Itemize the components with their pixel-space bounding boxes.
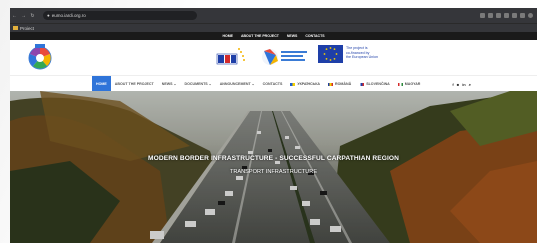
hero-highway-photo <box>10 91 537 243</box>
extension-icon[interactable] <box>480 13 485 18</box>
flag-icon <box>290 82 296 86</box>
extension-icon[interactable] <box>520 13 525 18</box>
top-menu-bar: HOME ABOUT THE PROJECT NEWS CONTACTS <box>10 32 537 40</box>
language-link[interactable]: УКРАЇНСЬКА <box>286 76 324 92</box>
language-link[interactable]: MAGYAR <box>394 76 425 92</box>
nav-item[interactable]: NEWS ⌄ <box>158 76 181 92</box>
lock-icon: ● <box>47 13 50 18</box>
language-label: ROMÂNĂ <box>335 82 352 86</box>
youtube-icon[interactable]: ■ <box>457 82 459 87</box>
browser-window: ← → ↻ ● eumo.iardi.org.ro Proiect HOME AB… <box>10 8 537 243</box>
nav-item[interactable]: CONTACTS <box>259 76 287 92</box>
forward-icon[interactable]: → <box>19 13 28 19</box>
browser-toolbar: ← → ↻ ● eumo.iardi.org.ro <box>10 8 537 23</box>
nav-item[interactable]: ABOUT THE PROJECT <box>111 76 158 92</box>
linkedin-icon[interactable]: in <box>462 82 466 87</box>
language-label: MAGYAR <box>404 82 421 86</box>
nav-item[interactable]: HOME <box>92 76 111 92</box>
eu-text-line: the European Union <box>346 55 378 60</box>
top-menu-link[interactable]: ABOUT THE PROJECT <box>241 34 279 38</box>
language-link[interactable]: ROMÂNĂ <box>324 76 355 92</box>
profile-icon[interactable] <box>528 13 533 18</box>
back-icon[interactable]: ← <box>10 13 19 19</box>
eumo-logo[interactable] <box>26 43 54 71</box>
extension-icon[interactable] <box>496 13 501 18</box>
social-icons: f ■ in ⌕ <box>452 82 537 87</box>
hero-subtitle: TRANSPORT INFRASTRUCTURE <box>229 169 318 175</box>
cooperation-program-logo[interactable] <box>261 46 311 68</box>
url-text: eumo.iardi.org.ro <box>51 13 86 18</box>
address-bar[interactable]: ● eumo.iardi.org.ro <box>43 11 197 20</box>
nav-item[interactable]: ANNOUNCEMENT ⌄ <box>216 76 259 92</box>
hero-title: MODERN BORDER INFRASTRUCTURE - SUCCESSFU… <box>148 155 399 162</box>
language-label: УКРАЇНСЬКА <box>297 82 321 86</box>
bookmark-item[interactable]: Proiect <box>20 26 34 31</box>
extension-icon[interactable] <box>488 13 493 18</box>
eu-funding-logo[interactable]: The project is co-financed by the Europe… <box>318 45 404 69</box>
top-menu-link[interactable]: HOME <box>222 34 233 38</box>
top-menu-link[interactable]: CONTACTS <box>305 34 324 38</box>
language-label: SLOVENČINA <box>366 82 390 86</box>
flag-icon <box>397 82 403 86</box>
folder-icon <box>13 26 18 30</box>
top-menu-link[interactable]: NEWS <box>287 34 298 38</box>
bookmarks-bar: Proiect <box>10 23 537 32</box>
main-navigation: HOME ABOUT THE PROJECT NEWS ⌄ DOCUMENTS ⌄ AN… <box>10 75 537 92</box>
reload-icon[interactable]: ↻ <box>28 13 37 19</box>
facebook-icon[interactable]: f <box>452 82 453 87</box>
extension-icon[interactable] <box>504 13 509 18</box>
hero-banner: MODERN BORDER INFRASTRUCTURE - SUCCESSFU… <box>10 91 537 243</box>
nav-item[interactable]: DOCUMENTS ⌄ <box>181 76 216 92</box>
search-icon[interactable]: ⌕ <box>469 82 471 87</box>
site-header: The project is co-financed by the Europe… <box>10 40 537 75</box>
flag-icon <box>359 82 365 86</box>
extension-icon[interactable] <box>512 13 517 18</box>
language-link[interactable]: SLOVENČINA <box>355 76 394 92</box>
iardi-logo[interactable] <box>215 46 247 68</box>
eu-flag-icon <box>318 45 343 63</box>
website: HOME ABOUT THE PROJECT NEWS CONTACTS The… <box>10 32 537 243</box>
flag-icon <box>328 82 334 86</box>
extension-icons <box>480 13 537 18</box>
